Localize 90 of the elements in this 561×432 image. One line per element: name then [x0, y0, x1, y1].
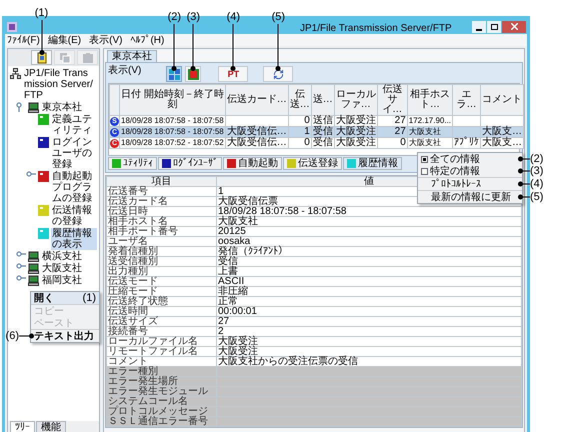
close-icon — [510, 23, 518, 30]
tree-item[interactable]: 伝送情報の登録 — [51, 205, 97, 227]
menu-item[interactable]: テキスト出力 — [31, 330, 99, 342]
column-header[interactable]: 伝送カード… — [225, 84, 288, 116]
column-header[interactable]: コメント — [480, 84, 524, 116]
tree-item[interactable]: 横浜支社 — [41, 251, 83, 262]
table-cell: 受信 — [311, 138, 334, 148]
column-header[interactable]: 日付 開始時刻－終了時刻 — [120, 84, 226, 116]
tree-item[interactable]: 東京本社 — [41, 102, 83, 113]
maximize-button[interactable] — [487, 20, 501, 32]
leader-line — [230, 24, 236, 71]
filter-icon — [188, 68, 199, 80]
computer-icon — [28, 102, 39, 113]
callout-label: (6) — [6, 330, 19, 342]
column-header[interactable]: 伝送… — [288, 84, 312, 116]
tree-item[interactable]: 福岡支社 — [41, 275, 83, 286]
tab[interactable]: ﾂﾘｰ — [10, 421, 35, 432]
menu-item[interactable]: 最新の情報に更新 — [418, 191, 522, 203]
menu-item[interactable]: 開く (1) — [31, 292, 99, 304]
leader-line — [518, 182, 530, 186]
window-title: JP1/File Transmission Server/FTP — [300, 22, 452, 34]
callout-label: (2) — [530, 153, 544, 165]
toolbar-button[interactable] — [185, 66, 202, 82]
book-icon — [36, 52, 48, 64]
table-cell: 0 — [377, 138, 408, 148]
copy-icon — [58, 52, 70, 64]
leader-line — [172, 24, 177, 71]
table-cell: ＳＳＬ通信エラー番号 — [106, 416, 216, 426]
computer-icon — [28, 263, 39, 274]
leader-line — [518, 168, 530, 174]
table-cell: 0 — [288, 138, 312, 148]
tab[interactable]: ﾕﾃｨﾘﾃｨ — [108, 157, 157, 170]
menu-item[interactable]: 特定の情報 — [418, 165, 522, 177]
table-cell: 18/09/28 18:07:52 - 18:07:52 — [120, 138, 226, 148]
callout-label: (3) — [530, 165, 544, 177]
computer-icon — [28, 275, 39, 286]
column-header[interactable]: 項目 — [106, 176, 216, 186]
tree-item[interactable]: 自動起動プログラムの登録 — [51, 171, 97, 204]
column-header[interactable]: 相手ホスト… — [407, 84, 453, 116]
tree-item[interactable]: 大阪支社 — [41, 263, 83, 274]
menu-item[interactable]: ﾌﾟﾛﾄｺﾙﾄﾚｰｽ — [418, 178, 522, 190]
tree-item[interactable]: 履歴情報の表示 — [51, 228, 97, 250]
checkbox[interactable] — [421, 156, 428, 162]
clipboard-icon — [82, 52, 94, 64]
grid-icon — [168, 68, 180, 80]
leader-line — [19, 334, 34, 338]
close-button[interactable] — [502, 20, 526, 32]
toolbar-button[interactable] — [31, 50, 52, 65]
callout-label: (4) — [530, 178, 544, 190]
callout-label: (1) — [34, 7, 48, 20]
column-header[interactable]: 送… — [311, 84, 334, 116]
tree-item[interactable]: ログインユーザの登録 — [51, 137, 97, 170]
callout-label: (1) — [82, 292, 96, 304]
leader-line — [276, 24, 281, 71]
computer-icon — [28, 251, 39, 262]
network-icon — [10, 68, 21, 79]
tab[interactable]: 東京本社 — [107, 50, 157, 62]
tab[interactable]: ﾛｸﾞｲﾝﾕｰｻﾞ — [158, 157, 222, 170]
leader-line — [39, 20, 44, 55]
tab[interactable]: 履歴情報 — [343, 157, 402, 170]
minimize-button[interactable] — [472, 20, 486, 32]
checkbox[interactable] — [421, 168, 428, 174]
app-icon — [7, 22, 17, 32]
menu-item[interactable]: ﾌｧｲﾙ(F) — [7, 34, 40, 46]
leader-line — [518, 194, 530, 200]
menu-item[interactable]: 表示(V) — [108, 65, 142, 76]
column-header[interactable]: エラ… — [452, 84, 481, 116]
tab[interactable]: 機能 — [36, 421, 66, 432]
column-header[interactable]: ローカルファ… — [334, 84, 378, 116]
menu-item[interactable]: ﾍﾙﾌﾟ(H) — [130, 34, 164, 46]
tab[interactable]: 自動起動 — [223, 157, 282, 170]
refresh-icon — [272, 68, 284, 80]
menu-item[interactable]: 表示(V) — [89, 34, 122, 46]
table-cell: 大阪受信伝… — [225, 138, 288, 148]
table-cell: 大阪支社 — [407, 138, 453, 148]
table-cell: 大阪支… — [480, 138, 524, 148]
menu-item[interactable]: 全ての情報 — [418, 153, 522, 165]
leader-line — [190, 24, 196, 71]
callout-label: (5) — [530, 191, 544, 203]
table-cell: ｱﾌﾟﾘｹ — [452, 138, 481, 148]
toolbar-button[interactable] — [166, 66, 182, 82]
menu-item[interactable]: 編集(E) — [48, 34, 82, 46]
table-cell: 大阪受注 — [334, 138, 378, 148]
toolbar-button[interactable]: PT — [218, 66, 248, 82]
column-header[interactable]: 伝送サイ… — [377, 84, 408, 116]
tree-item[interactable]: 定義ユティリティ — [51, 114, 97, 136]
leader-line — [518, 156, 530, 162]
tree-item[interactable]: JP1/File Transmission Server/FTP — [23, 68, 97, 101]
refresh-button[interactable] — [263, 66, 294, 82]
tab[interactable]: 伝送登録 — [283, 157, 342, 170]
